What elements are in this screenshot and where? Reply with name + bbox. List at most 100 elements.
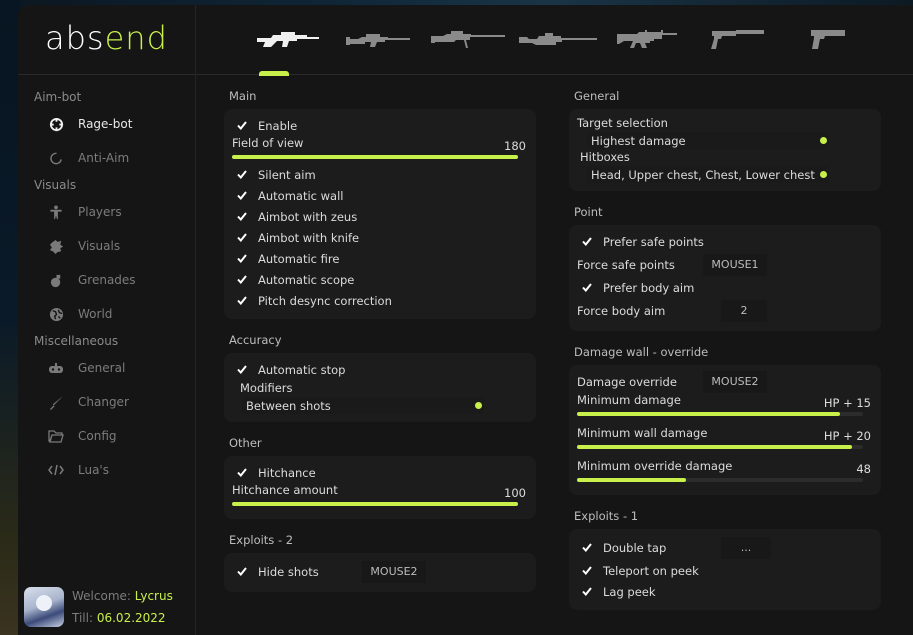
check-icon[interactable] [581, 282, 593, 294]
folder-icon [48, 428, 64, 444]
check-icon[interactable] [581, 565, 593, 577]
sidebar-section-misc: Miscellaneous [34, 334, 119, 348]
splash-icon [48, 238, 64, 254]
sidebar-item-players[interactable]: Players [18, 195, 195, 229]
checkbox-automatic-fire[interactable]: Automatic fire [232, 248, 528, 269]
check-icon[interactable] [236, 566, 248, 578]
dropdown-dot-icon [820, 171, 827, 178]
group-title-general: General [574, 89, 620, 103]
group-title-accuracy: Accuracy [229, 333, 282, 347]
sidebar-item-visuals[interactable]: Visuals [18, 229, 195, 263]
check-icon[interactable] [236, 295, 248, 307]
force-body-aim-keybind[interactable]: 2 [721, 299, 767, 322]
checkbox-automatic-wall[interactable]: Automatic wall [232, 185, 528, 206]
check-icon[interactable] [236, 274, 248, 286]
check-icon[interactable] [236, 364, 248, 376]
weapon-tab-sniper[interactable] [513, 21, 603, 57]
slider-minimum-override-damage: Minimum override damage 48 [577, 459, 873, 487]
weapon-tab-heavy-pistol[interactable] [783, 21, 873, 57]
slider-track[interactable] [577, 445, 863, 449]
checkbox-prefer-body-aim[interactable]: Prefer body aim [577, 277, 873, 298]
sidebar-item-rage-bot[interactable]: Rage-bot [18, 107, 195, 141]
weapon-tab-pistol-silenced[interactable] [693, 21, 783, 57]
check-icon[interactable] [236, 190, 248, 202]
checkbox-prefer-safe-points[interactable]: Prefer safe points [577, 231, 873, 252]
right-column: General Target selection Highest damage … [569, 87, 881, 622]
sidebar-item-grenades[interactable]: Grenades [18, 263, 195, 297]
checkbox-aimbot-with-knife[interactable]: Aimbot with knife [232, 227, 528, 248]
panel-other: Hitchance Hitchance amount 100 [224, 456, 536, 519]
background-strip [0, 0, 20, 635]
check-icon[interactable] [581, 542, 593, 554]
welcome-line: Welcome: Lycrus [72, 589, 173, 603]
subscription-date: 06.02.2022 [96, 611, 166, 625]
person-icon [48, 204, 64, 220]
force-safe-points-keybind[interactable]: MOUSE1 [703, 253, 767, 276]
pistol-silenced-icon [711, 30, 764, 49]
group-title-point: Point [574, 205, 603, 219]
damage-override-label: Damage override [577, 375, 677, 389]
target-selection-label: Target selection [577, 116, 668, 130]
logo: absend [45, 19, 168, 57]
slider-track[interactable] [232, 502, 518, 506]
check-icon[interactable] [236, 120, 248, 132]
checkbox-automatic-scope[interactable]: Automatic scope [232, 269, 528, 290]
check-icon[interactable] [581, 236, 593, 248]
slider-track[interactable] [232, 155, 518, 159]
user-info: Welcome: Lycrus Till: 06.02.2022 [24, 585, 173, 629]
panel-accuracy: Automatic stop Modifiers Between shots [224, 353, 536, 422]
spinner-icon [48, 150, 64, 166]
weapon-tabs [243, 21, 873, 57]
checkbox-double-tap[interactable]: Double tap [577, 537, 721, 558]
check-icon[interactable] [236, 232, 248, 244]
header: absend [18, 5, 913, 76]
checkbox-pitch-desync-correction[interactable]: Pitch desync correction [232, 290, 528, 311]
dropdown-dot-icon [820, 137, 827, 144]
slider-track[interactable] [577, 478, 863, 482]
slider-value: HP + 20 [823, 429, 871, 443]
checkbox-silent-aim[interactable]: Silent aim [232, 164, 528, 185]
sidebar-item-config[interactable]: Config [18, 419, 195, 453]
weapon-tab-indicator [259, 71, 289, 76]
checkbox-teleport-on-peek[interactable]: Teleport on peek [577, 560, 873, 581]
checkbox-automatic-stop[interactable]: Automatic stop [232, 359, 528, 380]
slider-minimum-wall-damage: Minimum wall damage HP + 20 [577, 426, 873, 459]
hitboxes-dropdown[interactable]: Head, Upper chest, Chest, Lower chest [587, 166, 829, 183]
modifiers-dropdown[interactable]: Between shots [242, 397, 484, 414]
sidebar-item-changer[interactable]: Changer [18, 385, 195, 419]
knife-icon [48, 394, 64, 410]
slider-fill [232, 155, 518, 159]
slider-value: HP + 15 [823, 396, 871, 410]
double-tap-keybind[interactable]: ... [721, 536, 771, 559]
check-icon[interactable] [236, 169, 248, 181]
sidebar-item-luas[interactable]: Lua's [18, 453, 195, 487]
sidebar-item-world[interactable]: World [18, 297, 195, 331]
slider-fill [577, 412, 841, 416]
weapon-tab-auto-sniper[interactable] [243, 21, 333, 57]
check-icon[interactable] [236, 253, 248, 265]
modifiers-label: Modifiers [240, 381, 293, 395]
check-icon[interactable] [581, 586, 593, 598]
left-column: Main Enable Field of view 180 Silent aim… [224, 87, 536, 604]
checkbox-hitchance[interactable]: Hitchance [232, 462, 528, 483]
sidebar-item-general[interactable]: General [18, 351, 195, 385]
slider-field-of-view: Field of view 180 [232, 136, 528, 164]
sidebar-section-aimbot: Aim-bot [34, 90, 82, 104]
slider-track[interactable] [577, 412, 863, 416]
checkbox-lag-peek[interactable]: Lag peek [577, 581, 873, 602]
check-icon[interactable] [236, 467, 248, 479]
checkbox-aimbot-with-zeus[interactable]: Aimbot with zeus [232, 206, 528, 227]
check-icon[interactable] [236, 211, 248, 223]
checkbox-enable[interactable]: Enable [232, 115, 528, 136]
sidebar-item-anti-aim[interactable]: Anti-Aim [18, 141, 195, 175]
weapon-tab-scout[interactable] [333, 21, 423, 57]
damage-override-keybind[interactable]: MOUSE2 [703, 371, 767, 393]
sniper-icon [519, 33, 597, 45]
checkbox-hide-shots[interactable]: Hide shots [232, 561, 362, 582]
hitboxes-label: Hitboxes [580, 150, 630, 164]
hide-shots-keybind[interactable]: MOUSE2 [362, 560, 426, 583]
weapon-tab-rifle[interactable] [603, 21, 693, 57]
weapon-tab-awp[interactable] [423, 21, 513, 57]
target-selection-dropdown[interactable]: Highest damage [587, 132, 829, 149]
slider-value: 180 [504, 139, 526, 153]
